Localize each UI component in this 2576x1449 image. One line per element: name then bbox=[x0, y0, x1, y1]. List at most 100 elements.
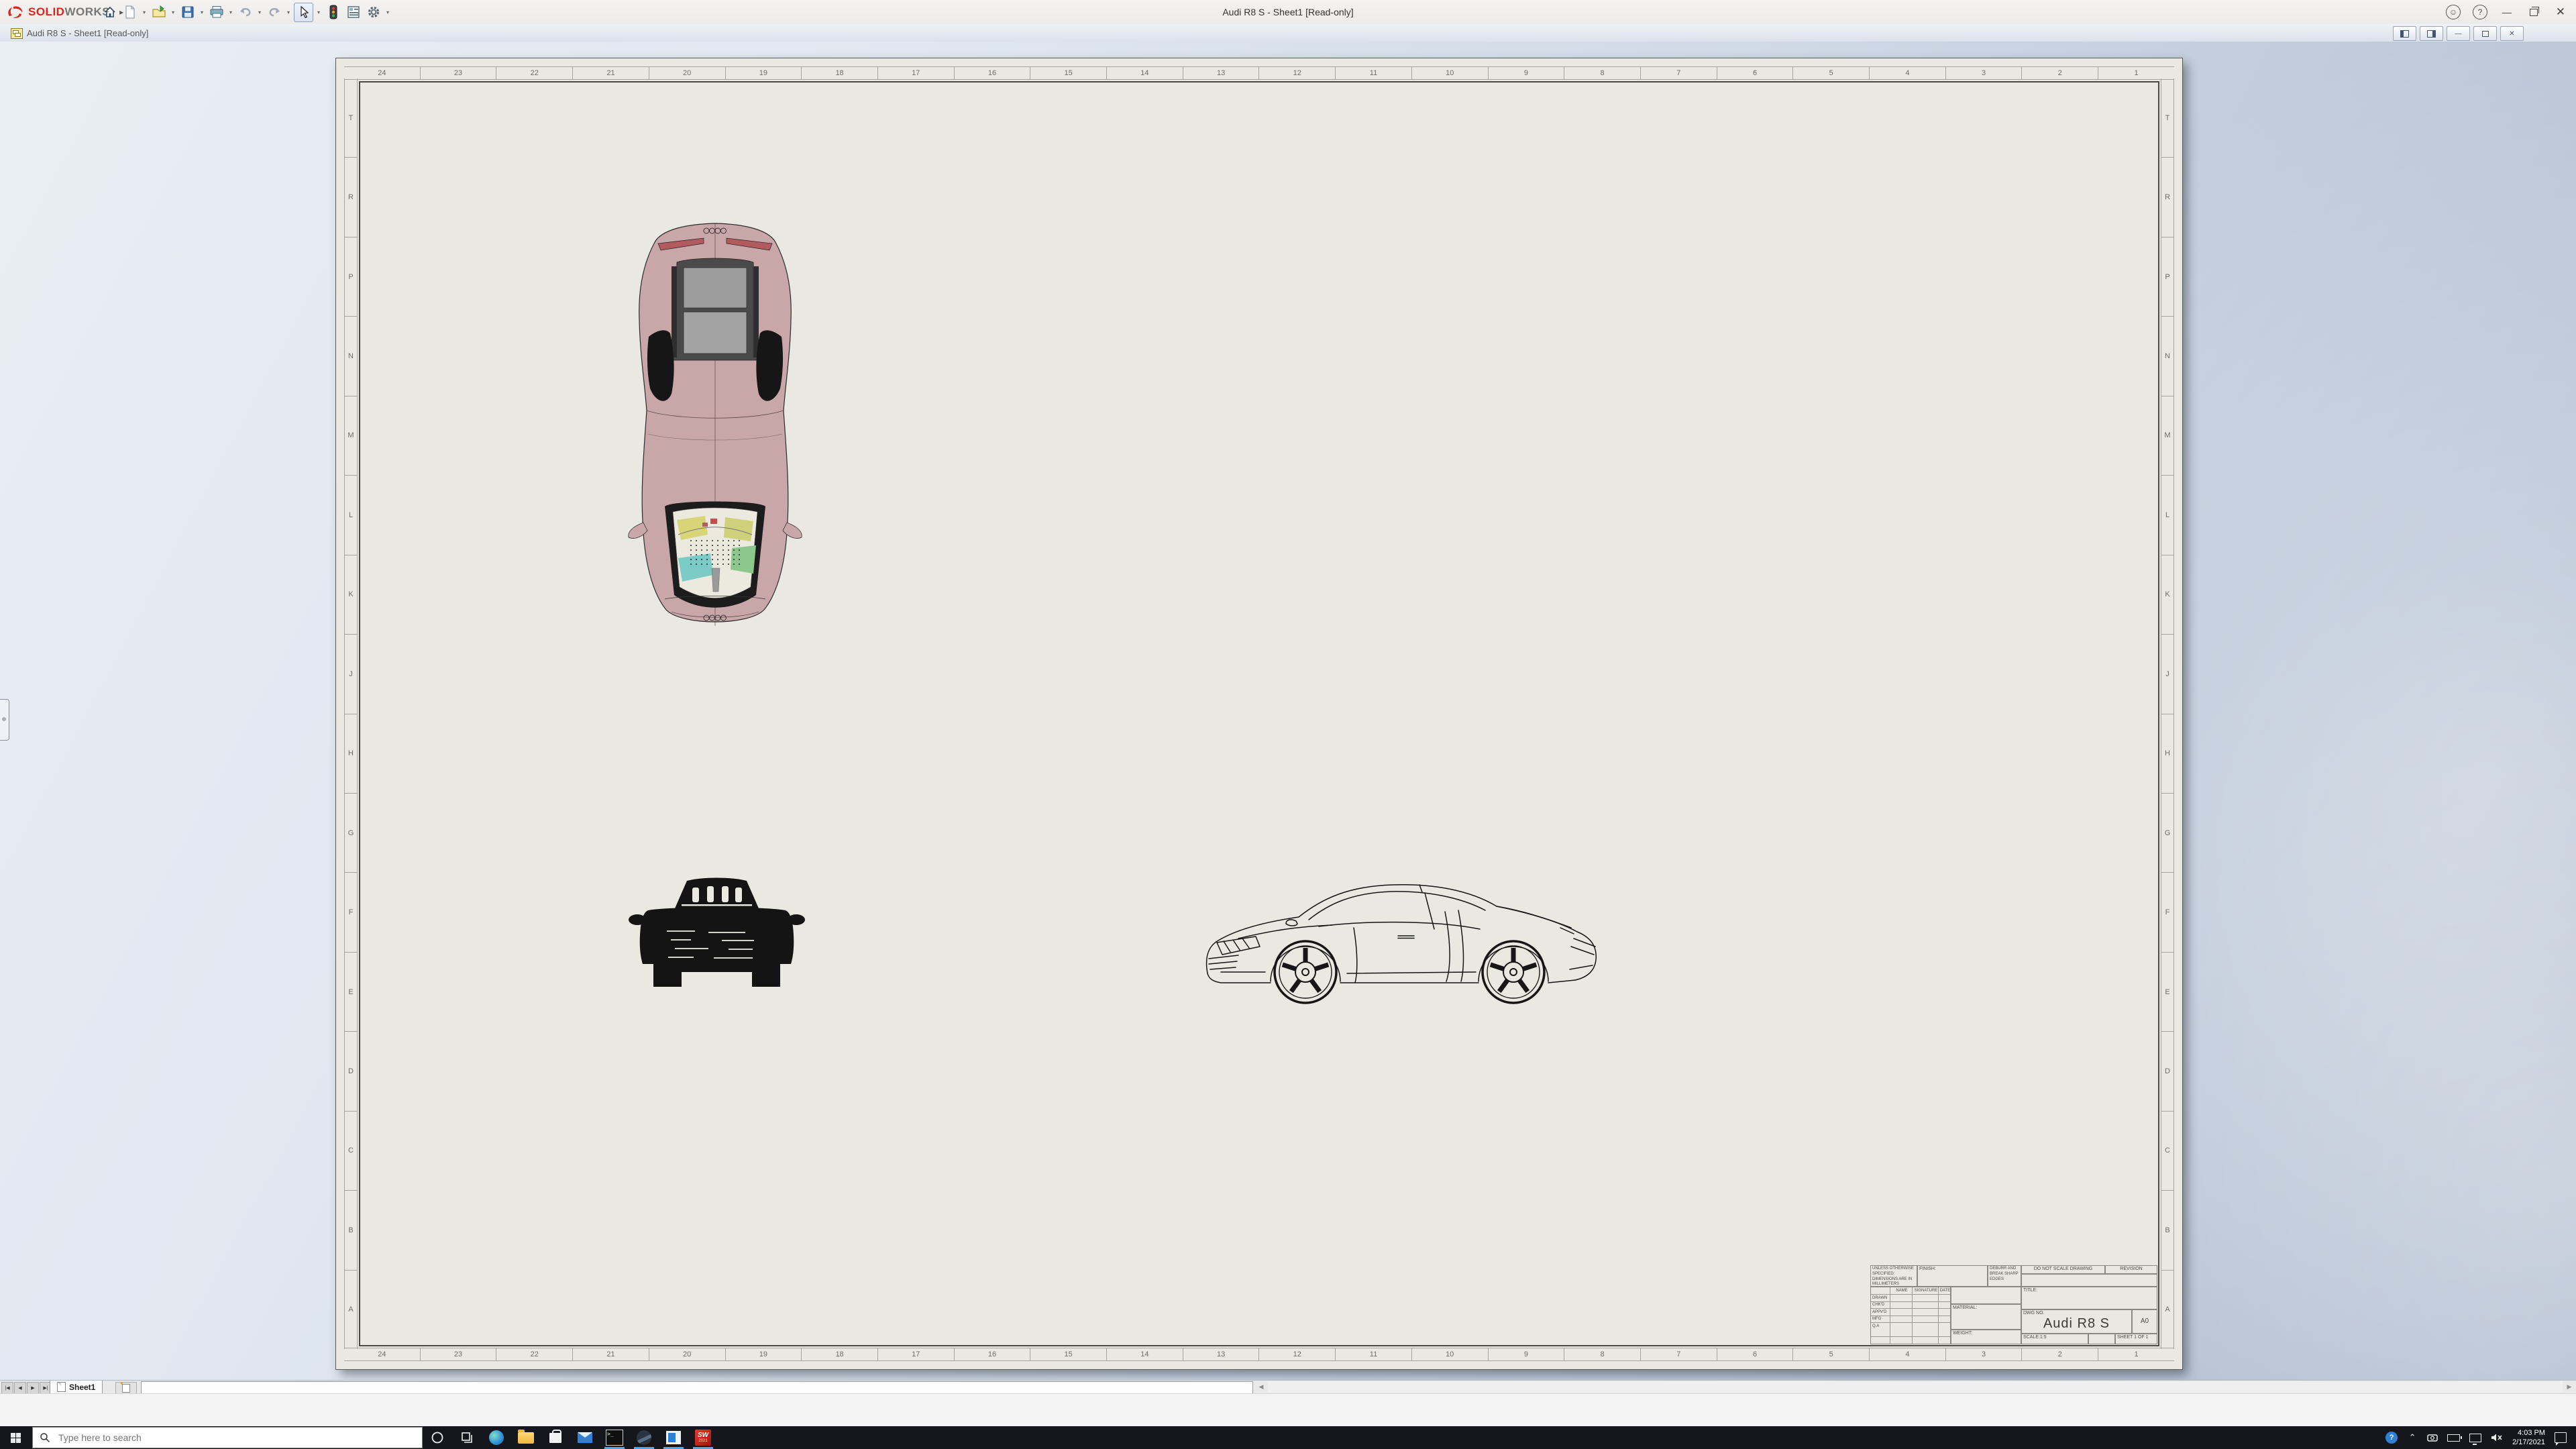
signature-row: DRAWN bbox=[1871, 1295, 1950, 1301]
graphics-area[interactable]: 242322212019181716151413121110987654321 … bbox=[0, 42, 2576, 1380]
zone-column-label: 20 bbox=[649, 1348, 726, 1360]
scroll-left-button[interactable]: ◀ bbox=[1256, 1382, 1267, 1392]
doc-minimize-button[interactable]: — bbox=[2447, 26, 2470, 41]
file-properties-icon bbox=[347, 5, 360, 19]
file-properties-button[interactable] bbox=[344, 3, 362, 21]
document-tab[interactable]: Audi R8 S - Sheet1 [Read-only] bbox=[4, 26, 155, 40]
print-button[interactable] bbox=[207, 3, 225, 21]
search-input[interactable] bbox=[57, 1432, 382, 1444]
col-name: NAME bbox=[1890, 1287, 1913, 1294]
drawing-sheet-paper[interactable]: 242322212019181716151413121110987654321 … bbox=[335, 58, 2183, 1370]
previous-sheet-button[interactable]: ◀ bbox=[14, 1382, 26, 1394]
doc-restore-button[interactable] bbox=[2473, 26, 2497, 41]
dwg-label: DWG NO. bbox=[2023, 1311, 2045, 1316]
taskbar-search[interactable] bbox=[32, 1427, 423, 1448]
redo-button[interactable] bbox=[265, 3, 283, 21]
save-button[interactable] bbox=[178, 3, 197, 21]
redo-dropdown[interactable]: ▾ bbox=[285, 9, 292, 15]
restore-button[interactable] bbox=[2522, 3, 2545, 21]
show-left-pane-button[interactable] bbox=[2393, 26, 2416, 41]
sheet-tab-sheet1[interactable]: Sheet1 bbox=[50, 1381, 103, 1394]
add-sheet-button[interactable] bbox=[115, 1382, 137, 1394]
zone-row-label: B bbox=[345, 1191, 357, 1270]
scroll-right-button[interactable]: ▶ bbox=[2564, 1382, 2575, 1392]
volume-muted-icon[interactable] bbox=[2491, 1433, 2503, 1442]
horizontal-scrollbar-track[interactable] bbox=[1268, 1381, 2563, 1393]
cortana-button[interactable] bbox=[423, 1426, 452, 1449]
doc-close-button[interactable]: ✕ bbox=[2500, 26, 2524, 41]
document-app-button[interactable] bbox=[659, 1426, 688, 1449]
show-hidden-icons-chevron[interactable]: ⌃ bbox=[2407, 1432, 2418, 1443]
zone-row-label: H bbox=[345, 714, 357, 794]
close-button[interactable]: ✕ bbox=[2549, 3, 2572, 21]
zone-row-label: A bbox=[2161, 1271, 2174, 1349]
zone-column-label: 1 bbox=[2098, 67, 2174, 79]
clock-date: 2/17/2021 bbox=[2512, 1438, 2545, 1447]
start-button[interactable] bbox=[0, 1426, 31, 1449]
zone-column-label: 2 bbox=[2022, 1348, 2098, 1360]
help-button[interactable]: ? bbox=[2469, 3, 2491, 21]
next-sheet-button[interactable]: ▶ bbox=[27, 1382, 39, 1394]
undo-button[interactable] bbox=[236, 3, 254, 21]
mail-button[interactable] bbox=[570, 1426, 600, 1449]
zone-row-label: J bbox=[345, 635, 357, 714]
horizontal-scrollbar-thumb[interactable] bbox=[141, 1381, 1253, 1394]
tray-help-icon[interactable]: ? bbox=[2385, 1432, 2398, 1444]
options-dropdown[interactable]: ▾ bbox=[384, 9, 391, 15]
action-center-icon[interactable] bbox=[2555, 1432, 2567, 1443]
save-dropdown[interactable]: ▾ bbox=[199, 9, 205, 15]
account-button[interactable]: ☺ bbox=[2442, 3, 2465, 21]
home-button[interactable] bbox=[101, 3, 119, 21]
drawing-view-front[interactable] bbox=[628, 871, 806, 1002]
zone-column-label: 24 bbox=[344, 1348, 421, 1360]
file-explorer-button[interactable] bbox=[511, 1426, 541, 1449]
options-button[interactable] bbox=[364, 3, 382, 21]
select-cursor-icon bbox=[298, 5, 310, 19]
first-sheet-button[interactable]: |◀ bbox=[1, 1382, 13, 1394]
zone-column-label: 1 bbox=[2098, 1348, 2174, 1360]
zone-row-label: K bbox=[345, 555, 357, 635]
dark-app-button[interactable] bbox=[629, 1426, 659, 1449]
tray-camera-icon[interactable] bbox=[2427, 1433, 2438, 1442]
drawing-view-side[interactable] bbox=[1198, 871, 1607, 1009]
open-dropdown[interactable]: ▾ bbox=[170, 9, 176, 15]
signature-table: NAME SIGNATURE DATE DRAWN CHK'D APPV'D bbox=[1870, 1287, 1951, 1344]
network-icon[interactable] bbox=[2469, 1434, 2481, 1442]
terminal-button[interactable]: >_ bbox=[600, 1426, 629, 1449]
zone-column-label: 19 bbox=[726, 67, 802, 79]
deburr-cell: DEBURR AND BREAK SHARP EDGES bbox=[1988, 1265, 2021, 1287]
front-wheel bbox=[1275, 941, 1336, 1003]
zone-column-label: 8 bbox=[1564, 67, 1641, 79]
edge-button[interactable] bbox=[482, 1426, 511, 1449]
print-dropdown[interactable]: ▾ bbox=[227, 9, 234, 15]
zone-column-label: 3 bbox=[1946, 67, 2023, 79]
undo-dropdown[interactable]: ▾ bbox=[256, 9, 263, 15]
zone-row-label: N bbox=[345, 317, 357, 396]
battery-icon[interactable] bbox=[2447, 1434, 2460, 1442]
new-file-button[interactable] bbox=[121, 3, 139, 21]
open-button[interactable] bbox=[150, 3, 168, 21]
zone-column-label: 14 bbox=[1107, 67, 1183, 79]
drawing-view-top[interactable] bbox=[625, 219, 806, 632]
windows-logo-icon bbox=[11, 1433, 21, 1443]
zone-column-label: 14 bbox=[1107, 1348, 1183, 1360]
solidworks-taskbar-button[interactable]: SW 2021 bbox=[688, 1426, 718, 1449]
select-tool-dropdown[interactable]: ▾ bbox=[315, 9, 322, 15]
collapsed-panel-handle[interactable] bbox=[0, 699, 9, 741]
terminal-icon: >_ bbox=[606, 1430, 623, 1446]
task-view-button[interactable] bbox=[452, 1426, 482, 1449]
select-tool-button[interactable] bbox=[294, 3, 313, 22]
zone-column-label: 7 bbox=[1641, 67, 1717, 79]
taskbar-clock[interactable]: 4:03 PM 2/17/2021 bbox=[2512, 1428, 2545, 1448]
zone-column-label: 13 bbox=[1183, 67, 1260, 79]
show-right-pane-button[interactable] bbox=[2420, 26, 2443, 41]
file-explorer-icon bbox=[518, 1432, 534, 1444]
minimize-button[interactable]: — bbox=[2496, 3, 2518, 21]
zone-column-label: 16 bbox=[955, 67, 1031, 79]
signature-row: Q.A bbox=[1871, 1323, 1950, 1329]
store-button[interactable] bbox=[541, 1426, 570, 1449]
rebuild-button[interactable] bbox=[324, 3, 342, 21]
zone-column-label: 20 bbox=[649, 67, 726, 79]
paper-size-cell: A0 bbox=[2132, 1309, 2157, 1334]
new-file-dropdown[interactable]: ▾ bbox=[141, 9, 148, 15]
